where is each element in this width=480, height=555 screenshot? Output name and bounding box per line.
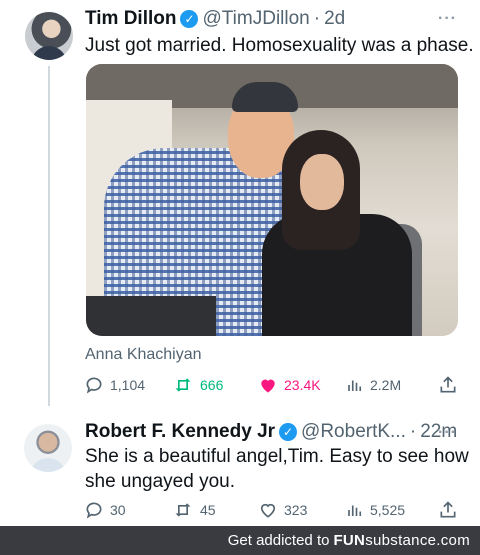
views-button[interactable]: 5,525	[346, 500, 405, 520]
more-options-icon[interactable]: ···	[438, 424, 457, 442]
brand-rest: substance	[365, 532, 437, 549]
like-button[interactable]: 323	[258, 500, 307, 520]
tweet-text: Just got married. Homosexuality was a ph…	[85, 35, 474, 56]
separator-dot: ·	[409, 421, 417, 442]
brand-bold: FUN	[333, 532, 366, 549]
tweet-timestamp[interactable]: 2d	[324, 8, 345, 30]
retweet-count: 45	[200, 502, 216, 518]
share-button[interactable]	[438, 500, 458, 520]
photo-tag-caption[interactable]: Anna Khachiyan	[85, 346, 202, 364]
photo-sofa	[86, 296, 216, 336]
reply-count: 1,104	[110, 377, 146, 393]
author-name[interactable]: Robert F. Kennedy Jr	[85, 421, 275, 443]
reply-button[interactable]: 30	[84, 500, 126, 520]
footer-text: Get addicted to	[227, 532, 330, 549]
separator-dot: ·	[313, 8, 321, 29]
verified-badge-icon: ✓	[279, 423, 298, 441]
avatar-figure	[31, 46, 67, 60]
reply-button[interactable]: 1,104	[84, 375, 145, 395]
retweet-count: 666	[200, 377, 224, 393]
like-count: 323	[284, 502, 308, 518]
reply-tweet-header: Robert F. Kennedy Jr ✓ @RobertK... · 22m	[85, 421, 457, 443]
views-count: 5,525	[370, 502, 406, 518]
brand-suffix: .com	[436, 532, 470, 549]
reply-icon	[86, 502, 102, 519]
avatar[interactable]	[24, 424, 72, 472]
share-icon	[440, 376, 456, 393]
retweet-button[interactable]: 45	[172, 500, 216, 520]
heart-filled-icon	[261, 379, 275, 393]
author-handle[interactable]: @TimJDillon	[202, 8, 309, 30]
views-button[interactable]: 2.2M	[346, 375, 401, 395]
like-button[interactable]: 23.4K	[258, 375, 321, 395]
thread-connector-line	[48, 66, 50, 406]
like-count: 23.4K	[284, 377, 321, 393]
author-handle[interactable]: @RobertK...	[301, 421, 406, 443]
avatar-figure	[30, 458, 66, 472]
reply-tweet-text-line1: She is a beautiful angel,Tim. Easy to se…	[85, 446, 469, 467]
photo-woman-face	[300, 154, 344, 210]
share-button[interactable]	[438, 375, 458, 395]
tweet-header: Tim Dillon ✓ @TimJDillon · 2d	[85, 8, 345, 30]
watermark-footer: Get addicted to FUNsubstance.com	[0, 526, 480, 555]
site-logo[interactable]: FUNsubstance.com	[333, 532, 470, 549]
retweet-icon	[175, 503, 191, 517]
reply-tweet-text-line2: she ungayed you.	[85, 471, 236, 492]
retweet-button[interactable]: 666	[172, 375, 223, 395]
views-bar-chart-icon	[348, 505, 362, 516]
author-name[interactable]: Tim Dillon	[85, 8, 176, 30]
reply-count: 30	[110, 502, 126, 518]
share-icon	[440, 501, 456, 518]
avatar[interactable]	[25, 12, 73, 60]
retweet-icon	[175, 378, 191, 392]
more-options-icon[interactable]: ···	[438, 10, 457, 28]
reply-icon	[86, 377, 102, 394]
photo-cap	[232, 82, 298, 112]
views-count: 2.2M	[370, 377, 402, 393]
verified-badge-icon: ✓	[180, 10, 199, 28]
views-bar-chart-icon	[348, 380, 362, 391]
tweet-photo[interactable]	[86, 64, 458, 336]
heart-outline-icon	[260, 503, 276, 518]
